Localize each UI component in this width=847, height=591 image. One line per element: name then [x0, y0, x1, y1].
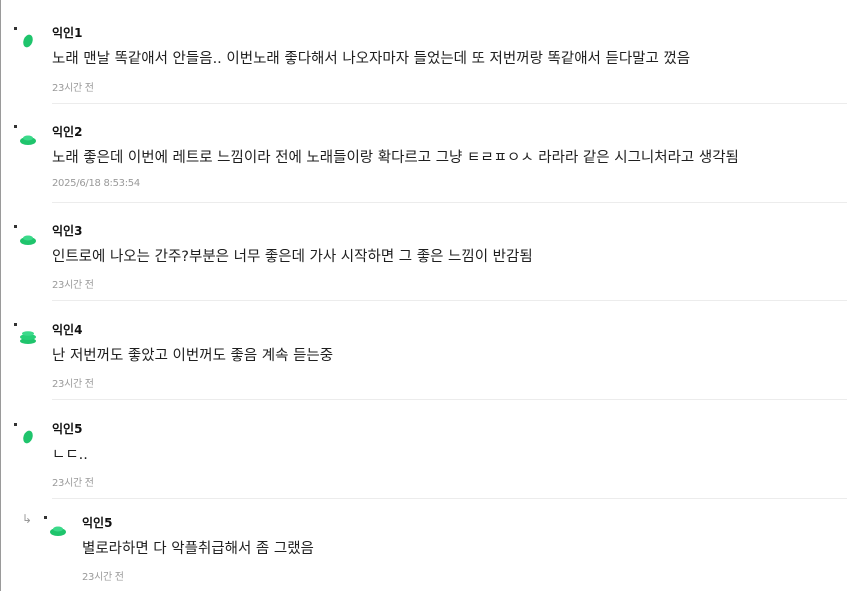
- comment-author: 익인2: [52, 125, 83, 139]
- comment-author: 익인4: [52, 323, 83, 337]
- comment-divider: [52, 202, 847, 203]
- comment-timestamp: 23시간 전: [52, 83, 94, 94]
- comment-author: 익인1: [52, 26, 83, 40]
- comment-text: 노래 좋은데 이번에 레트로 느낌이라 전에 노래들이랑 확다르고 그냥 ㅌㄹㅍ…: [52, 150, 739, 166]
- avatar-icon[interactable]: [14, 125, 38, 149]
- comment-text: 인트로에 나오는 간주?부분은 너무 좋은데 가사 시작하면 그 좋은 느낌이 …: [52, 249, 533, 265]
- avatar-icon[interactable]: [14, 423, 38, 447]
- avatar-icon[interactable]: [14, 225, 38, 249]
- comment-divider: [52, 498, 847, 499]
- comment-divider: [52, 399, 847, 400]
- comment-timestamp: 23시간 전: [52, 379, 94, 390]
- comment-timestamp: 23시간 전: [52, 478, 94, 489]
- avatar-icon[interactable]: [14, 27, 38, 51]
- comment-divider: [52, 300, 847, 301]
- comment-timestamp: 23시간 전: [52, 280, 94, 291]
- comment-text: 난 저번꺼도 좋았고 이번꺼도 좋음 계속 듣는중: [52, 348, 334, 364]
- comment-author: 익인3: [52, 224, 83, 238]
- reply-text: 별로라하면 다 악플취급해서 좀 그랬음: [82, 541, 314, 557]
- comment-text: ㄴㄷ..: [52, 447, 88, 463]
- left-border: [0, 0, 1, 591]
- comment-divider: [52, 103, 847, 104]
- comment-timestamp: 2025/6/18 8:53:54: [52, 178, 140, 189]
- comment-text: 노래 맨날 똑같애서 안들음.. 이번노래 좋다해서 나오자마자 들었는데 또 …: [52, 51, 691, 67]
- comment-author: 익인5: [52, 422, 83, 436]
- reply-timestamp: 23시간 전: [82, 572, 124, 583]
- avatar-icon[interactable]: [14, 323, 38, 347]
- reply-author: 익인5: [82, 516, 113, 530]
- reply-arrow-icon: ↳: [22, 512, 33, 526]
- avatar-icon[interactable]: [44, 516, 68, 540]
